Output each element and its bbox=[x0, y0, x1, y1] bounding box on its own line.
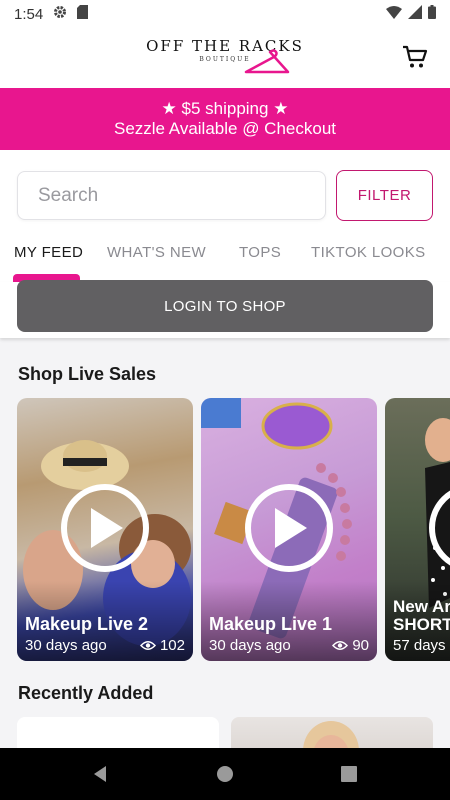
search-row: FILTER bbox=[0, 150, 450, 236]
promo-line-1: ★ $5 shipping ★ bbox=[161, 99, 289, 118]
tab-whats-new[interactable]: WHAT'S NEW bbox=[107, 244, 206, 261]
signal-icon bbox=[408, 5, 422, 23]
live-sale-card[interactable]: Makeup Live 1 30 days ago 90 bbox=[201, 398, 377, 661]
section-title-live-sales: Shop Live Sales bbox=[18, 364, 157, 384]
view-count: 102 bbox=[159, 637, 185, 654]
card-age: 30 days ago bbox=[25, 637, 107, 654]
card-age: 30 days ago bbox=[209, 637, 291, 654]
promo-banner: ★ $5 shipping ★ Sezzle Available @ Check… bbox=[0, 88, 450, 150]
play-icon bbox=[91, 508, 123, 548]
battery-icon bbox=[428, 5, 436, 23]
card-age: 57 days bbox=[393, 637, 446, 654]
section-title-recently-added: Recently Added bbox=[18, 683, 154, 703]
recents-button[interactable] bbox=[337, 762, 361, 786]
status-bar: 1:54 bbox=[0, 0, 450, 28]
play-icon bbox=[275, 508, 307, 548]
promo-line-2: Sezzle Available @ Checkout bbox=[113, 119, 336, 138]
recents-icon bbox=[341, 766, 357, 782]
play-button[interactable] bbox=[245, 484, 333, 572]
system-nav-bar bbox=[0, 748, 450, 800]
tab-tops[interactable]: TOPS bbox=[239, 244, 281, 261]
wifi-icon bbox=[386, 5, 402, 23]
home-button[interactable] bbox=[213, 762, 237, 786]
app-header: OFF THE RACKS BOUTIQUE bbox=[0, 28, 450, 88]
home-icon bbox=[217, 766, 233, 782]
cart-icon bbox=[403, 45, 428, 68]
search-input[interactable] bbox=[17, 171, 326, 220]
filter-button[interactable]: FILTER bbox=[336, 170, 433, 221]
login-bar: LOGIN TO SHOP bbox=[0, 280, 450, 338]
brand-logo[interactable]: OFF THE RACKS BOUTIQUE bbox=[140, 34, 310, 84]
login-to-shop-button[interactable]: LOGIN TO SHOP bbox=[17, 280, 433, 332]
card-title: Makeup Live 2 bbox=[25, 614, 149, 634]
card-views: 90 bbox=[332, 637, 369, 654]
eye-icon bbox=[332, 641, 349, 650]
card-title-line-2: SHORT bbox=[393, 615, 450, 634]
card-title: New Ar bbox=[393, 597, 450, 616]
tab-tiktok-looks[interactable]: TIKTOK LOOKS bbox=[311, 244, 426, 261]
sim-card-icon bbox=[77, 5, 89, 23]
cart-button[interactable] bbox=[398, 40, 432, 74]
settings-icon bbox=[53, 5, 67, 23]
live-sale-card[interactable]: New Ar SHORT 57 days bbox=[385, 398, 450, 661]
live-sale-card[interactable]: Makeup Live 2 30 days ago 102 bbox=[17, 398, 193, 661]
back-icon bbox=[94, 766, 106, 782]
back-button[interactable] bbox=[88, 762, 112, 786]
category-tabs: MY FEED WHAT'S NEW TOPS TIKTOK LOOKS bbox=[0, 236, 450, 282]
hanger-icon bbox=[244, 49, 290, 74]
card-views: 102 bbox=[139, 637, 185, 654]
tab-my-feed[interactable]: MY FEED bbox=[14, 244, 83, 261]
card-title: Makeup Live 1 bbox=[209, 614, 333, 634]
play-button[interactable] bbox=[61, 484, 149, 572]
status-time: 1:54 bbox=[14, 5, 44, 23]
eye-icon bbox=[139, 641, 156, 650]
view-count: 90 bbox=[352, 637, 369, 654]
